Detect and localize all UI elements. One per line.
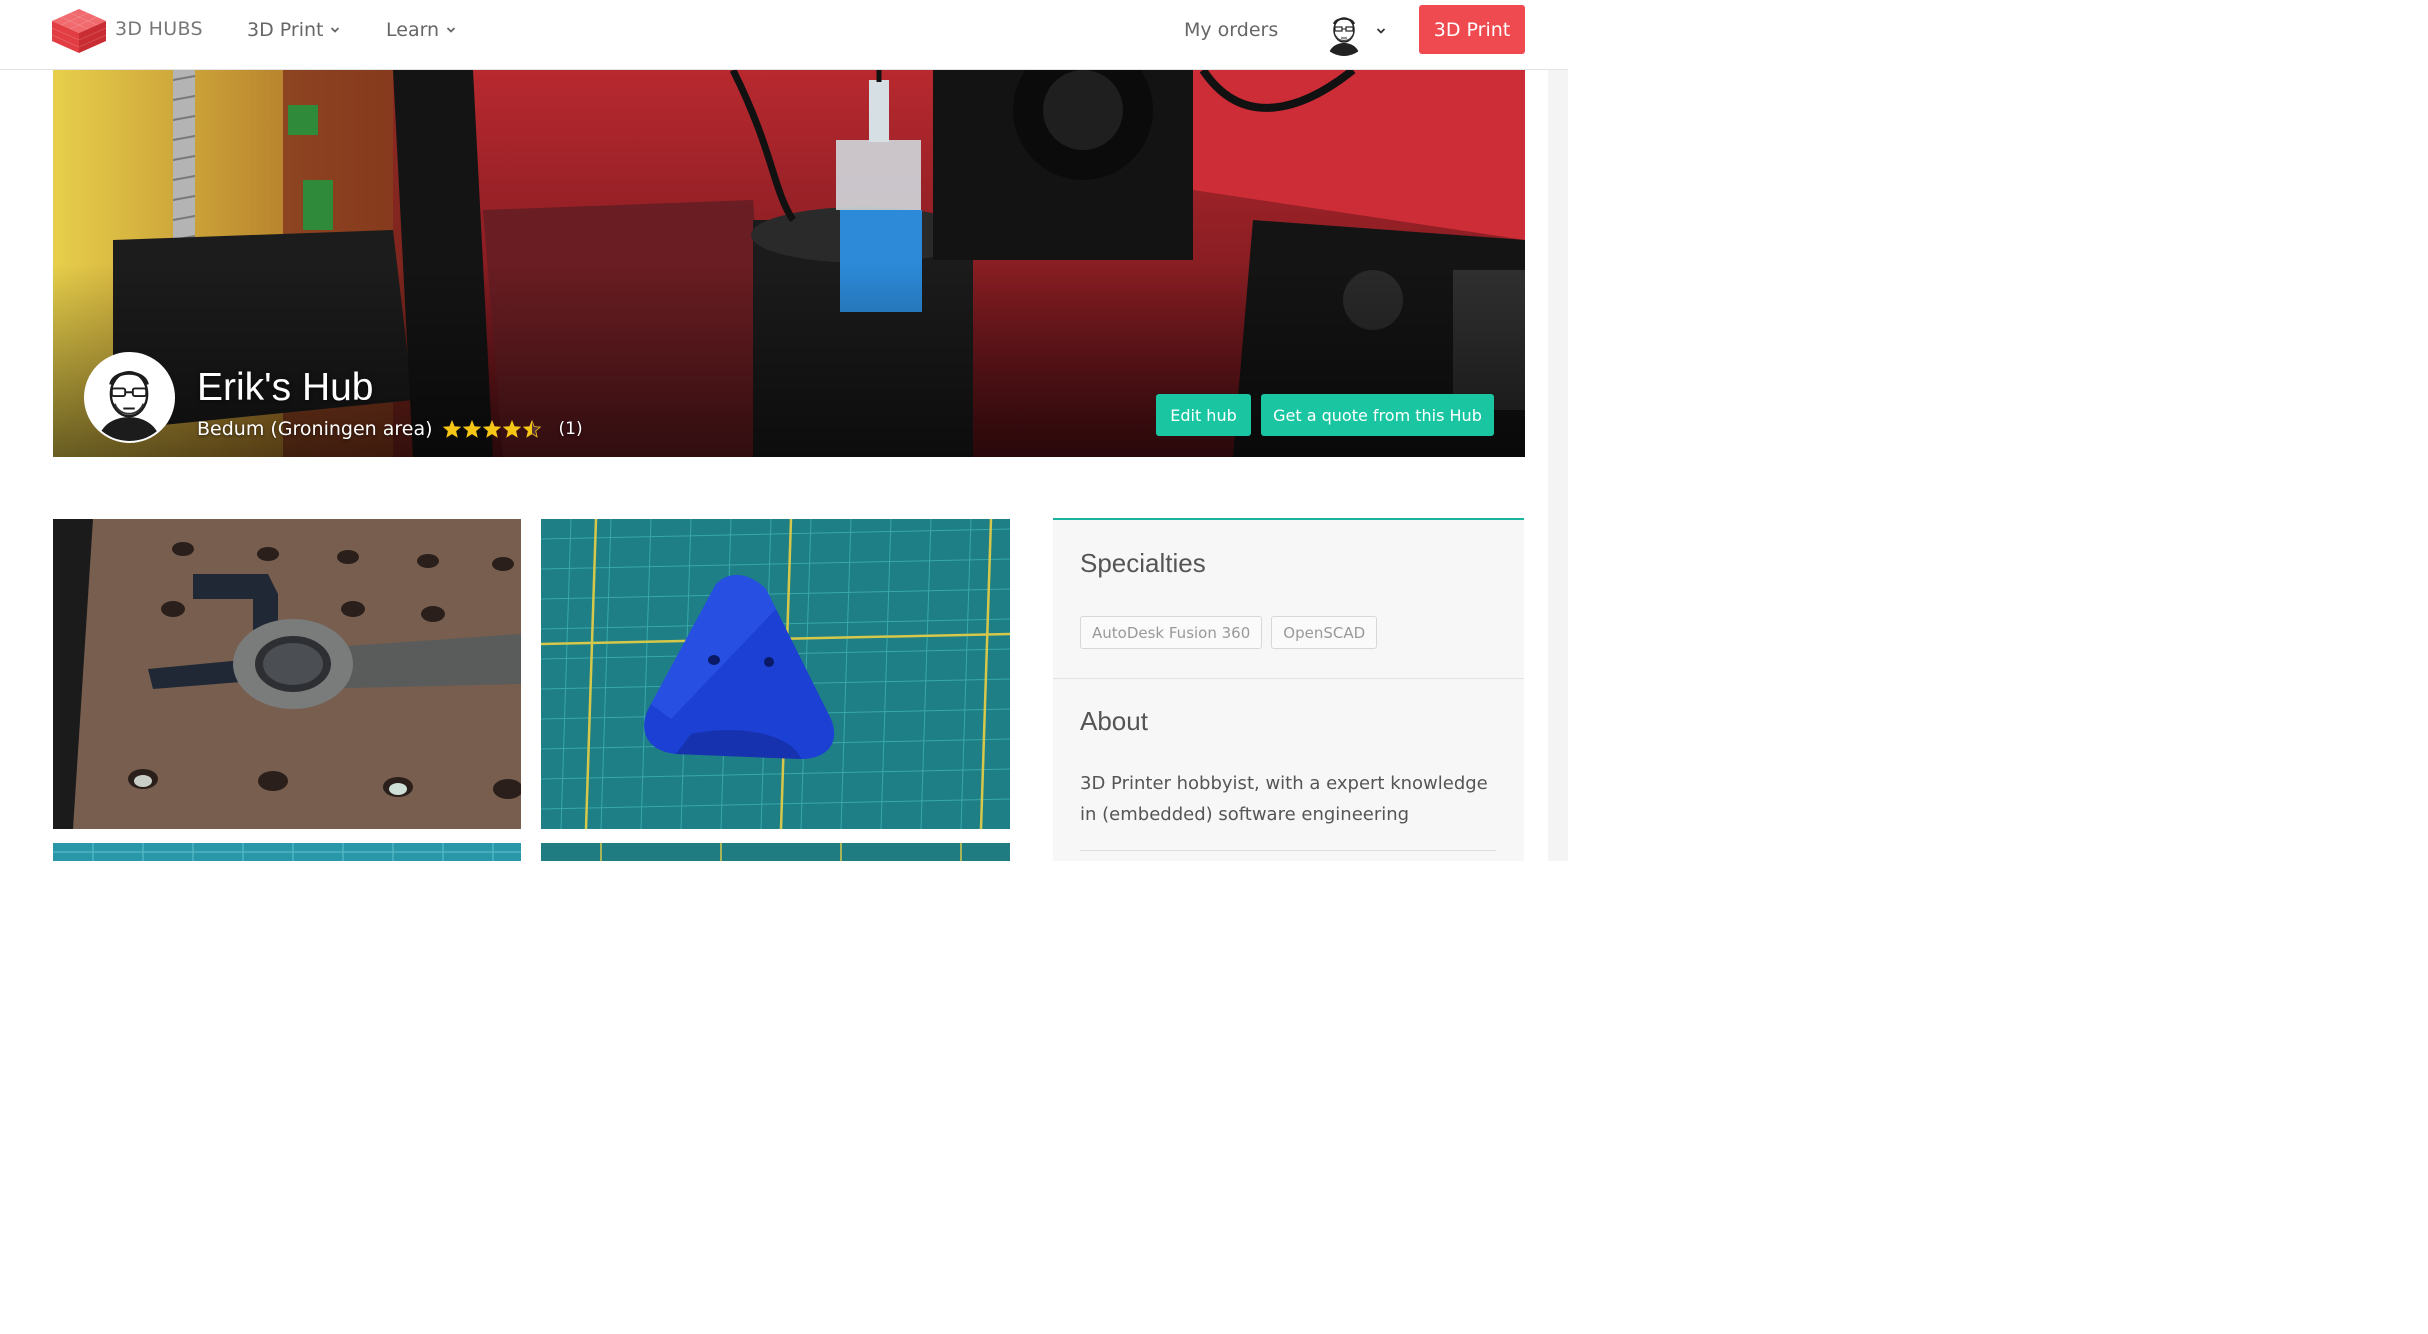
- star-full-icon: [442, 420, 461, 438]
- my-orders-link[interactable]: My orders: [1184, 19, 1278, 41]
- 3d-print-cta-button[interactable]: 3D Print: [1419, 5, 1525, 54]
- hub-owner-portrait-icon: [86, 354, 173, 441]
- star-full-icon: [462, 420, 481, 438]
- specialty-tags: AutoDesk Fusion 360 OpenSCAD: [1080, 616, 1386, 649]
- scrollbar-track[interactable]: [1548, 70, 1568, 861]
- nav-learn-label: Learn: [386, 19, 440, 41]
- hub-location-row: Bedum (Groningen area) (1): [197, 418, 583, 440]
- gallery-photo-wrench[interactable]: [53, 519, 521, 829]
- hub-info-sidebar: Specialties AutoDesk Fusion 360 OpenSCAD…: [1053, 518, 1524, 861]
- star-full-icon: [502, 420, 521, 438]
- hub-name: Erik's Hub: [197, 366, 374, 409]
- hub-hero-banner: Erik's Hub Bedum (Groningen area) (1) Ed…: [53, 70, 1525, 457]
- gallery-photo-3[interactable]: [53, 843, 521, 861]
- chevron-down-icon: [446, 27, 456, 33]
- user-portrait-icon: [1320, 8, 1368, 56]
- 3d-hubs-logo-icon[interactable]: [52, 9, 106, 53]
- rating-stars: [442, 420, 543, 438]
- wrench-holder-photo: [53, 519, 521, 829]
- edit-hub-button[interactable]: Edit hub: [1156, 394, 1251, 436]
- section-divider: [1053, 678, 1524, 679]
- blue-triangle-part-photo: [541, 519, 1010, 829]
- user-avatar[interactable]: [1320, 8, 1368, 56]
- review-count-link[interactable]: (1): [559, 419, 583, 439]
- nav-3d-print-menu[interactable]: 3D Print: [247, 19, 340, 41]
- cutting-mat-photo: [53, 843, 521, 861]
- gallery-photo-4[interactable]: [541, 843, 1010, 861]
- about-heading: About: [1080, 706, 1148, 736]
- specialty-tag[interactable]: OpenSCAD: [1271, 616, 1378, 649]
- user-menu-chevron-down-icon[interactable]: [1376, 26, 1386, 36]
- hub-page: 3D HUBS 3D Print Learn My orders 3D Prin…: [0, 0, 1568, 861]
- cutting-mat-photo: [541, 843, 1010, 861]
- get-quote-button[interactable]: Get a quote from this Hub: [1261, 394, 1494, 436]
- hub-location: Bedum (Groningen area): [197, 418, 433, 440]
- specialty-tag[interactable]: AutoDesk Fusion 360: [1080, 616, 1263, 649]
- specialties-heading: Specialties: [1080, 548, 1206, 578]
- brand-name[interactable]: 3D HUBS: [115, 18, 203, 40]
- nav-learn-menu[interactable]: Learn: [386, 19, 456, 41]
- nav-3d-print-label: 3D Print: [247, 19, 324, 41]
- gallery-photo-triangle[interactable]: [541, 519, 1010, 829]
- star-half-icon: [522, 420, 541, 438]
- top-navbar: 3D HUBS 3D Print Learn My orders 3D Prin…: [0, 0, 1568, 70]
- section-divider: [1080, 850, 1496, 851]
- chevron-down-icon: [331, 27, 340, 33]
- hub-avatar[interactable]: [84, 352, 175, 443]
- about-text: 3D Printer hobbyist, with a expert knowl…: [1080, 773, 1488, 825]
- star-full-icon: [482, 420, 501, 438]
